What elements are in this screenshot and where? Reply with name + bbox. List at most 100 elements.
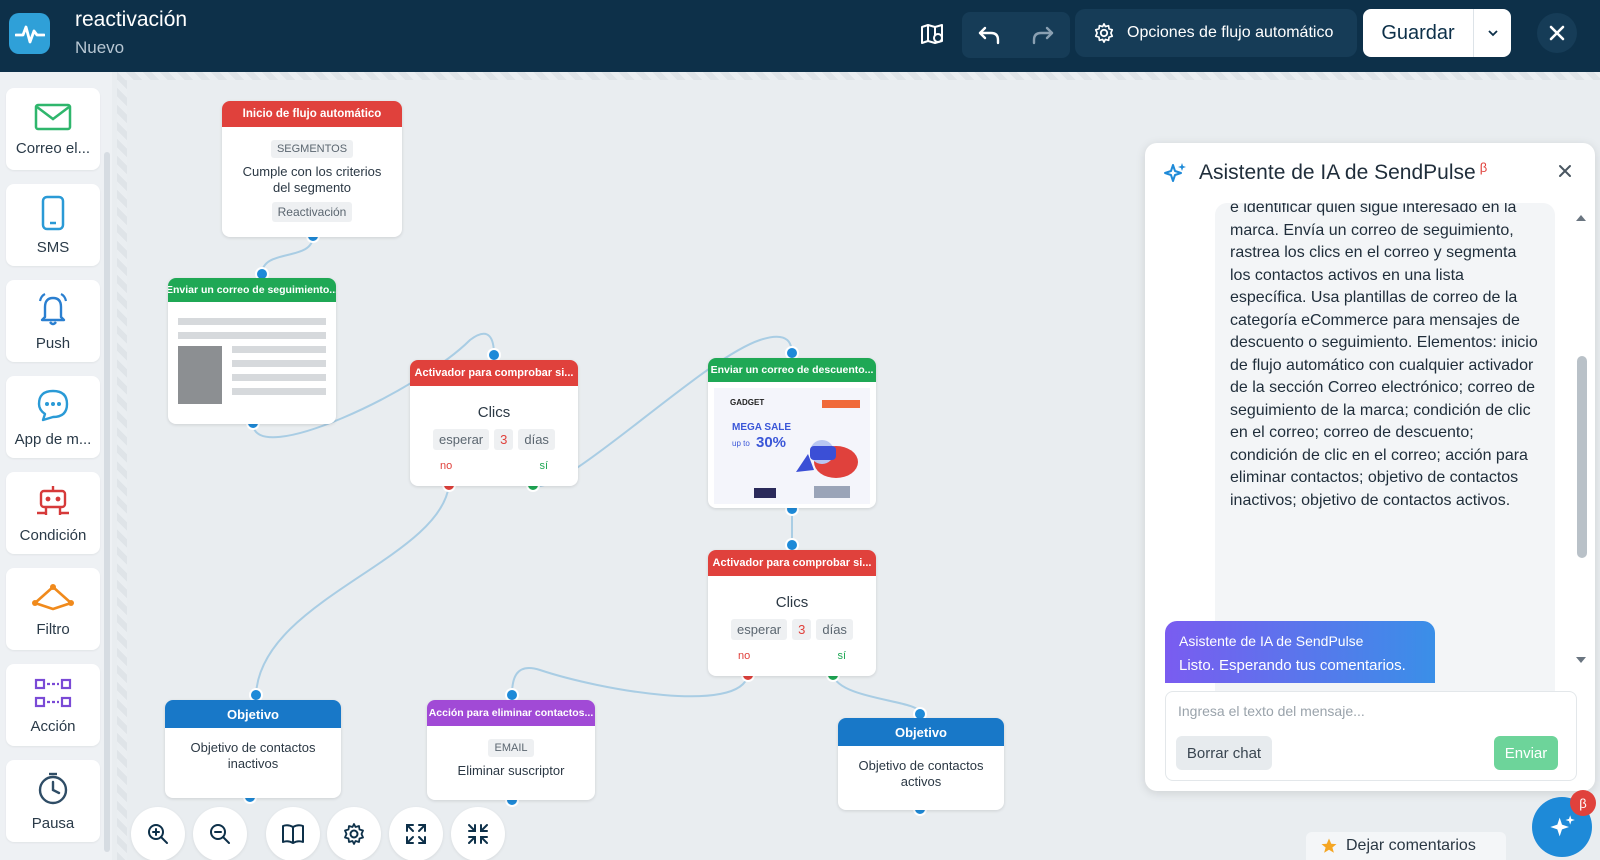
node-goal-active[interactable]: Objetivo Objetivo de contactos activos <box>838 718 1004 810</box>
node-tag: SEGMENTOS <box>270 140 354 158</box>
palette-item-email[interactable]: Correo el... <box>6 88 100 170</box>
zoom-out-button[interactable] <box>193 807 247 860</box>
save-button[interactable]: Guardar <box>1363 22 1473 45</box>
preview-orange-bar <box>822 400 860 408</box>
canvas-settings-button[interactable] <box>327 807 381 860</box>
map-guide-button[interactable] <box>913 12 953 58</box>
palette-item-push[interactable]: Push <box>6 280 100 362</box>
flow-options-button[interactable]: Opciones de flujo automático <box>1075 9 1357 57</box>
palette-item-condition[interactable]: Condición <box>6 472 100 554</box>
expand-icon <box>406 824 426 844</box>
wait-count-chip: 3 <box>494 429 514 450</box>
ai-close-button[interactable] <box>1557 163 1573 184</box>
palette-item-sms[interactable]: SMS <box>6 184 100 266</box>
feedback-label: Dejar comentarios <box>1346 837 1476 854</box>
undo-icon <box>978 26 1000 45</box>
save-split-button: Guardar <box>1363 9 1511 57</box>
node-email-discount[interactable]: Enviar un correo de descuento... GADGET … <box>708 358 876 508</box>
action-icon <box>34 678 72 707</box>
ai-bot-status: Listo. Esperando tus comentarios. <box>1179 657 1406 674</box>
fit-view-button[interactable] <box>389 807 443 860</box>
ai-panel-title: Asistente de IA de SendPulse <box>1199 161 1476 184</box>
sendpulse-logo-icon[interactable] <box>9 13 50 54</box>
ai-message-input[interactable] <box>1178 700 1558 722</box>
zoom-in-button[interactable] <box>131 807 185 860</box>
top-bar: reactivación Nuevo Opciones de flujo aut… <box>0 0 1600 72</box>
palette-item-action[interactable]: Acción <box>6 664 100 746</box>
undo-button[interactable] <box>962 24 1016 46</box>
branch-no-label: no <box>738 650 751 662</box>
sparkle-icon <box>1550 815 1575 837</box>
map-icon <box>921 24 943 44</box>
leave-feedback-button[interactable]: Dejar comentarios <box>1306 832 1506 860</box>
scroll-down-icon <box>1576 657 1586 663</box>
ai-bot-name: Asistente de IA de SendPulse <box>1179 633 1364 649</box>
palette-item-filter[interactable]: Filtro <box>6 568 100 650</box>
save-options-dropdown[interactable] <box>1474 29 1511 37</box>
node-trigger-clicks-2[interactable]: Activador para comprobar si... Clics esp… <box>708 550 876 676</box>
palette-label: Pausa <box>31 814 75 832</box>
send-message-button[interactable]: Enviar <box>1494 736 1558 770</box>
node-trigger-clicks-1[interactable]: Activador para comprobar si... Clics esp… <box>410 360 578 486</box>
wait-count-chip: 3 <box>792 619 812 640</box>
preview-discount: 30% <box>756 434 787 451</box>
clock-icon <box>38 772 68 804</box>
chat-bubble-icon <box>37 389 69 421</box>
ai-panel-header: Asistente de IA de SendPulse β <box>1145 143 1595 203</box>
history-controls <box>962 12 1070 58</box>
mail-icon <box>34 103 72 130</box>
palette-label: Correo el... <box>15 139 91 157</box>
node-header: Enviar un correo de seguimiento... <box>168 278 336 302</box>
preview-promo: MEGA SALE <box>732 422 792 433</box>
node-header: Enviar un correo de descuento... <box>708 358 876 382</box>
email-template-preview <box>178 318 326 404</box>
palette-scrollbar[interactable] <box>104 152 110 852</box>
branch-no-label: no <box>440 460 453 472</box>
node-goal-inactive[interactable]: Objetivo Objetivo de contactos inactivos <box>165 700 341 798</box>
ai-message-composer: Borrar chat Enviar <box>1165 691 1577 781</box>
gear-icon <box>344 823 364 845</box>
node-flow-start[interactable]: Inicio de flujo automático SEGMENTOS Cum… <box>222 101 402 237</box>
trigger-title: Clics <box>477 404 511 421</box>
clear-chat-button[interactable]: Borrar chat <box>1176 736 1272 770</box>
preview-device-1 <box>754 488 776 498</box>
element-palette: Correo el... SMS Push App de m... Condic… <box>0 72 112 860</box>
wait-chip: esperar <box>433 429 490 450</box>
beta-badge: β <box>1479 159 1488 175</box>
palette-label: Condición <box>19 526 87 544</box>
palette-item-pause[interactable]: Pausa <box>6 760 100 842</box>
ai-status-bubble: Asistente de IA de SendPulse Listo. Espe… <box>1165 621 1435 683</box>
node-action-remove[interactable]: Acción para eliminar contactos... EMAIL … <box>427 700 595 800</box>
close-editor-button[interactable] <box>1537 13 1577 53</box>
preview-device-2 <box>814 486 850 498</box>
palette-item-messenger[interactable]: App de m... <box>6 376 100 458</box>
book-icon <box>282 824 304 844</box>
goal-description: Objetivo de contactos activos <box>858 758 984 789</box>
bell-icon <box>38 292 68 325</box>
preview-brand: GADGET <box>730 398 765 407</box>
chevron-down-icon <box>1487 30 1498 37</box>
node-email-followup[interactable]: Enviar un correo de seguimiento... <box>168 278 336 424</box>
palette-label: Push <box>35 334 71 352</box>
ai-message-text: e identificar quién sigue interesado en … <box>1230 203 1538 509</box>
connector-trigger2-yes-goal2 <box>832 674 921 714</box>
phone-icon <box>41 195 65 230</box>
wait-unit-chip: días <box>518 429 555 450</box>
guide-button[interactable] <box>266 807 320 860</box>
action-description: Eliminar suscriptor <box>457 763 565 778</box>
segment-chip: Reactivación <box>271 202 353 222</box>
sparkle-icon <box>1164 163 1186 182</box>
trigger-title: Clics <box>775 594 809 611</box>
redo-button[interactable] <box>1016 24 1070 46</box>
ai-assistant-panel: Asistente de IA de SendPulse β e identif… <box>1145 143 1595 791</box>
zoom-in-icon <box>148 824 168 844</box>
vr-headset-illustration <box>796 440 858 478</box>
branch-yes-label: sí <box>837 650 846 662</box>
node-header: Objetivo <box>838 718 1004 746</box>
ai-chat-scroll-thumb[interactable] <box>1577 356 1587 558</box>
flow-title[interactable]: reactivación <box>75 8 187 32</box>
collapse-view-button[interactable] <box>451 807 505 860</box>
palette-label: App de m... <box>14 430 92 448</box>
preview-upto: up to <box>732 439 750 448</box>
branch-yes-label: sí <box>539 460 548 472</box>
